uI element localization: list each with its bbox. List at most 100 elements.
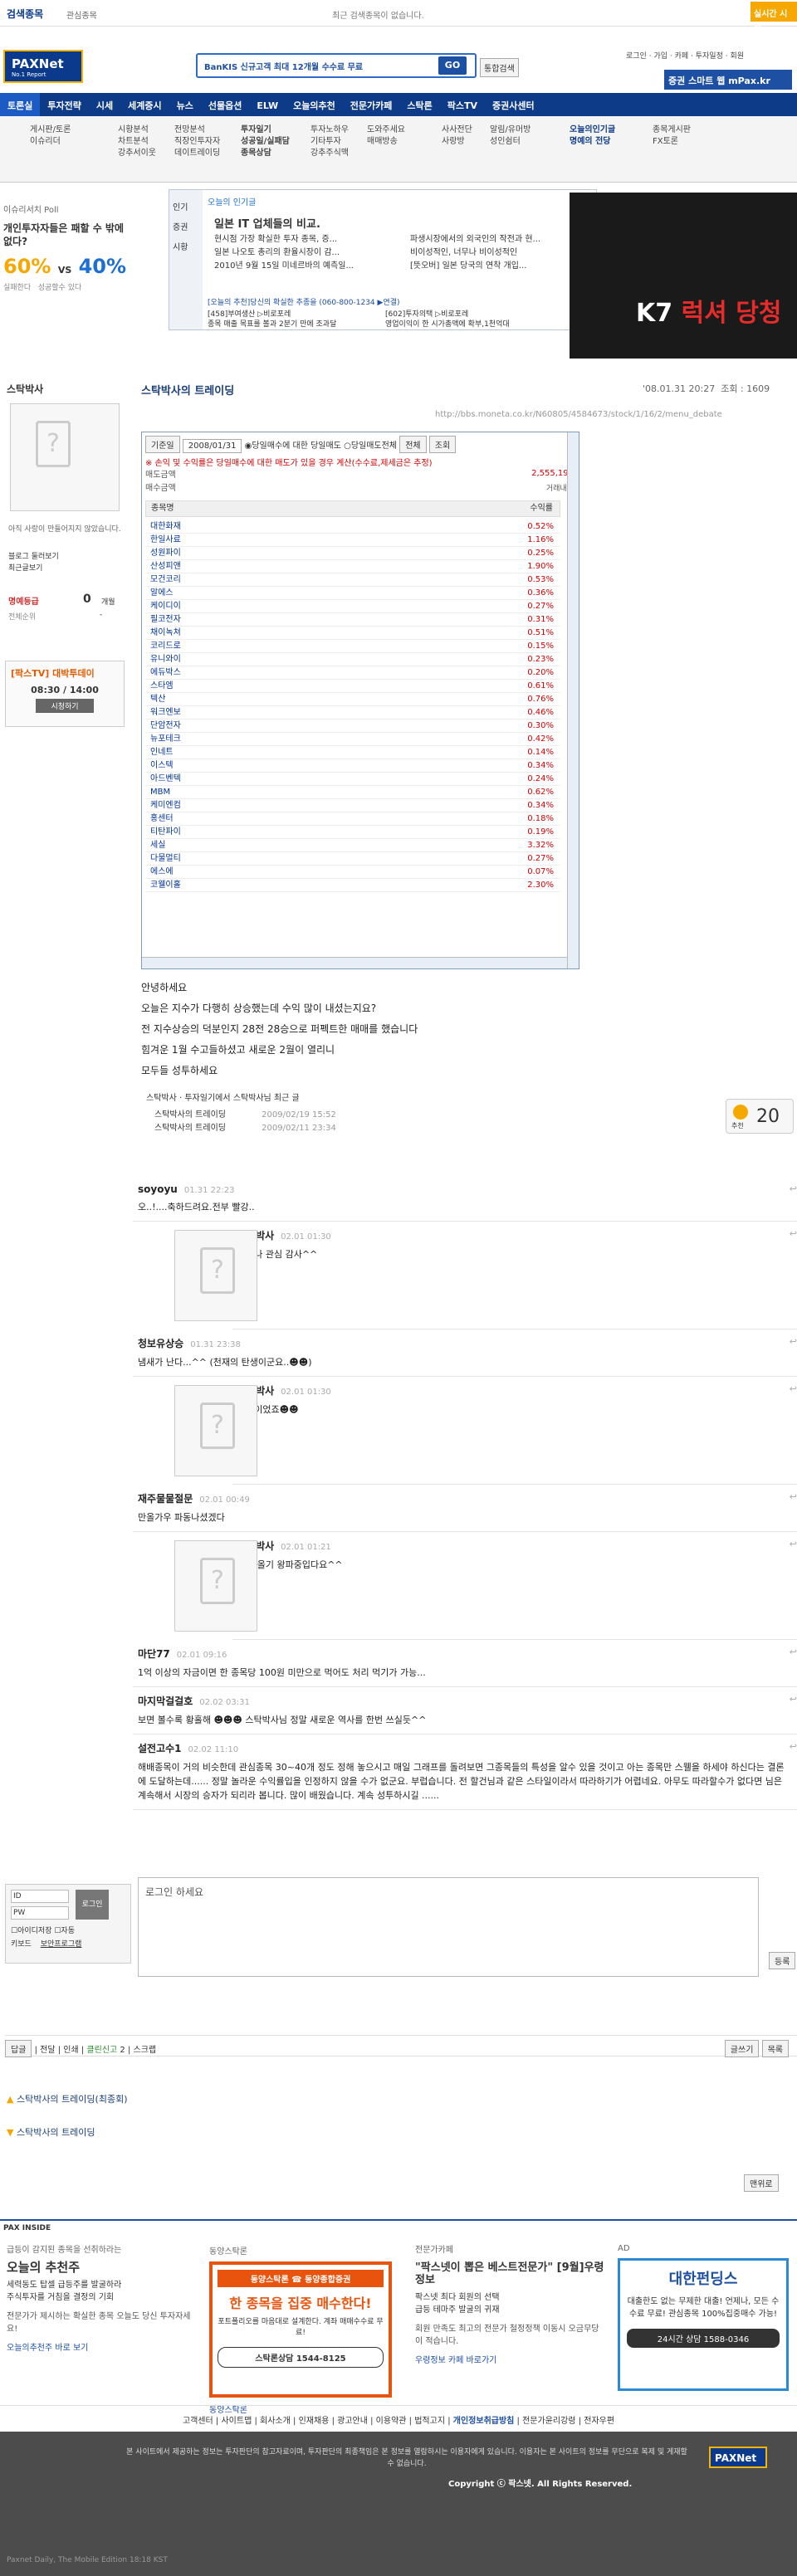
mpax-banner[interactable]: 증권 스마트 웹 mPax.kr [664,70,792,90]
subnav-item[interactable]: 종목상담 [241,148,290,159]
stock-name[interactable]: 다물멀티 [145,854,181,863]
stock-name[interactable]: 스타엠 [145,681,174,690]
search-input[interactable]: BanKIS 신규고객 최대 12개월 수수료 무료 [196,53,477,78]
stock-name[interactable]: 필코전자 [145,615,181,624]
filter-option-1[interactable]: 당일매수에 대한 당일매도 [252,442,341,451]
car-ad-banner[interactable]: K7 럭셔 당청 [570,193,797,359]
comment-reply-icon[interactable]: ↩ [790,1491,797,1502]
subnav-item[interactable]: 차트분석 [118,136,156,148]
stock-name[interactable]: 단암전자 [145,721,181,730]
footer-link[interactable]: 전자우편 [584,2417,614,2426]
member-link[interactable]: 회원 [730,52,744,61]
stock-name[interactable]: 모건코리 [145,575,181,584]
nav-stockloan[interactable]: 스탁론 [399,93,439,118]
nav-futures[interactable]: 선물옵션 [201,93,249,118]
panel-tab-market[interactable]: 시황 [173,238,199,258]
stock-name[interactable]: 티탄파이 [145,827,181,837]
trade-history-label[interactable]: 거래내역 [507,482,574,493]
footer-link[interactable]: 개인정보취급방침 [453,2417,515,2426]
panel-item[interactable]: 파생시장에서의 외국인의 작전과 현... [410,233,540,246]
poll-question[interactable]: 개인투자자들은 패할 수 밖에 없다? [0,218,133,251]
footer-link[interactable]: 법적고지 [414,2417,445,2426]
subnav-item[interactable]: 전망분석 [174,124,220,136]
recommend-button[interactable]: 추천 20 [726,1099,794,1134]
recommend-item[interactable]: 주식투자를 거침을 결정의 기회 [7,2291,198,2304]
panel-item[interactable]: 현시점 가장 확실한 투자 종목, 증... [214,233,354,246]
vertical-scrollbar[interactable] [567,432,579,968]
subnav-item-diary[interactable]: 투자일기 [241,124,290,136]
filter-option-2[interactable]: 당일매도전체 [351,442,397,451]
reply-button[interactable]: 답글 [5,2040,32,2057]
auto-login-checkbox[interactable]: 자동 [61,1927,75,1935]
expert-cafe-title[interactable]: "팍스넷이 뽑은 베스트전문가" [9월]우령정보 [415,2261,606,2286]
panel-headline[interactable]: 일본 IT 업체들의 비교. [214,215,320,231]
comment-author[interactable]: 설전고수1 [138,1743,182,1754]
clean-report-button[interactable]: 클린신고 [86,2046,117,2055]
nav-paxtv[interactable]: 팍스TV [440,93,485,118]
footer-link[interactable]: 이용약관 [376,2417,407,2426]
subnav-item[interactable]: 사랑방 [442,136,472,148]
recommend-title[interactable]: 오늘의 추천주 [7,2261,198,2274]
related-post-link[interactable]: 스탁박사의 트레이딩(최종회) [17,2094,128,2105]
recent-stocks-title[interactable]: 검색종목 [7,7,43,21]
footer-link[interactable]: 전문가윤리강령 [522,2417,575,2426]
combined-search-button[interactable]: 통합검색 [480,58,519,77]
panel-tab-label[interactable]: 오늘의 인기글 [208,195,256,207]
subnav-item[interactable]: 데이트레이딩 [174,148,220,159]
login-button[interactable]: 로그인 [76,1890,109,1920]
footer-link[interactable]: 사이트맵 [221,2417,252,2426]
stock-name[interactable]: 산성피앤 [145,562,181,571]
comment-author[interactable]: 마지막걸걸호 [138,1695,193,1707]
subnav-item[interactable]: 성인쉼터 [490,136,531,148]
stock-name[interactable]: 알에스 [145,588,174,598]
subnav-item[interactable]: FX토론 [653,136,691,148]
post-url[interactable]: http://bbs.moneta.co.kr/N60805/4584673/s… [435,410,722,419]
footer-logo[interactable]: PAXNet [709,2447,767,2468]
footer-link[interactable]: 인재채용 [299,2417,330,2426]
stock-name[interactable]: 뉴포테크 [145,734,181,744]
subnav-item[interactable]: 도와주세요 [367,124,405,136]
stock-name[interactable]: 성원파이 [145,549,181,558]
scrap-button[interactable]: 스크랩 [134,2046,157,2055]
stock-name[interactable]: 워크엔보 [145,708,181,717]
subnav-item[interactable]: 기타투자 [310,136,349,148]
back-to-top-button[interactable]: 맨위로 [744,2174,779,2192]
login-id-input[interactable]: ID [11,1890,69,1903]
comment-reply-icon[interactable]: ↩ [790,1694,797,1705]
stock-name[interactable]: 한일사료 [145,535,181,544]
keyboard-security[interactable]: 키보드 [11,1940,32,1949]
related-post-link[interactable]: 스탁박사의 트레이딩 [17,2127,95,2138]
panel-item[interactable]: 2010년 9월 15일 미네르바의 예측일... [214,260,354,273]
nav-recommend[interactable]: 오늘의추천 [286,93,343,118]
comment-submit-button[interactable]: 등록 [769,1952,796,1969]
subnav-item[interactable]: 강추주식맥 [310,148,349,159]
subnav-item[interactable]: 성공일/실패담 [241,136,290,148]
profile-name[interactable]: 스탁박사 [7,382,43,396]
panel-pick-2[interactable]: [602]투자의택 ▷비로포레 [385,310,510,320]
realtime-quote-button[interactable]: 실시간 시세 [751,2,797,32]
nav-quotes[interactable]: 시세 [89,93,120,118]
comment-textarea[interactable]: 로그인 하세요 [138,1877,759,1977]
panel-tab-popular[interactable]: 인기 [173,198,199,218]
stock-name[interactable]: 코웰이홀 [145,881,181,890]
stock-name[interactable]: 인네트 [145,748,174,757]
write-button[interactable]: 글쓰기 [724,2040,760,2057]
stock-name[interactable]: MBM [145,788,170,797]
comment-reply-icon[interactable]: ↩ [790,1647,797,1657]
stock-name[interactable]: 에듀박스 [145,668,181,677]
panel-item[interactable]: 비이성적인, 너무나 비이성적인 [410,246,540,260]
panel-pick-1[interactable]: [458]부여생산 ▷비로포레 [208,310,336,320]
stock-name[interactable]: 세실 [145,841,165,850]
stock-name[interactable]: 이스텍 [145,761,174,770]
save-id-checkbox[interactable]: 아이디저장 [17,1927,51,1935]
nav-expert-cafe[interactable]: 전문가카페 [343,93,400,118]
paxtv-widget[interactable]: [팍스TV] 대박투데이 08:30 / 14:00 시청하기 [5,661,125,727]
subnav-item[interactable]: 종목게시판 [653,124,691,136]
schedule-link[interactable]: 투자일정 [696,52,723,61]
paxnet-logo[interactable]: PAXNet No.1 Report [3,50,83,83]
comment-author[interactable]: 청보유상승 [138,1338,183,1349]
comment-author[interactable]: 재주물물절문 [138,1493,193,1505]
recent-post-link[interactable]: 스탁박사의 트레이딩 [154,1124,226,1133]
stock-name[interactable]: 아드벤텍 [145,774,181,783]
footer-link[interactable]: 광고안내 [337,2417,368,2426]
